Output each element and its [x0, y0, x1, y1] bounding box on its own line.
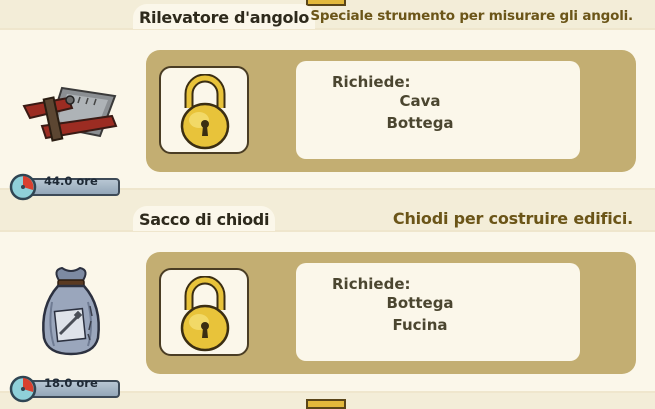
requires-label: Richiede:: [332, 275, 411, 293]
requirement-item: Bottega: [386, 114, 454, 132]
requirements-box: Richiede: Cava Bottega: [296, 61, 580, 159]
scroll-down-button[interactable]: [306, 399, 346, 409]
requirement-item: Cava: [399, 92, 441, 110]
build-time-text: 44.0 ore: [44, 174, 98, 188]
item-description: Chiodi per costruire edifici.: [392, 209, 633, 228]
protractor-tool-icon: [22, 86, 118, 142]
padlock-icon: [180, 74, 230, 150]
item-title: Sacco di chiodi: [133, 206, 276, 231]
requirement-item: Bottega: [386, 294, 454, 312]
stopwatch-icon: [9, 375, 37, 403]
padlock-icon: [180, 276, 230, 352]
locked-slot[interactable]: [159, 66, 249, 154]
scroll-up-button[interactable]: [306, 0, 346, 6]
item-title: Rilevatore d'angolo: [133, 4, 316, 29]
build-time: 44.0 ore: [8, 173, 120, 201]
nail-sack-icon: [42, 266, 100, 356]
requires-label: Richiede:: [332, 73, 411, 91]
requirement-item: Fucina: [392, 316, 448, 334]
requirements-box: Richiede: Bottega Fucina: [296, 263, 580, 361]
stopwatch-icon: [9, 173, 37, 201]
build-time: 18.0 ore: [8, 375, 120, 403]
build-time-text: 18.0 ore: [44, 376, 98, 390]
locked-slot[interactable]: [159, 268, 249, 356]
item-description: Speciale strumento per misurare gli ango…: [310, 8, 633, 24]
